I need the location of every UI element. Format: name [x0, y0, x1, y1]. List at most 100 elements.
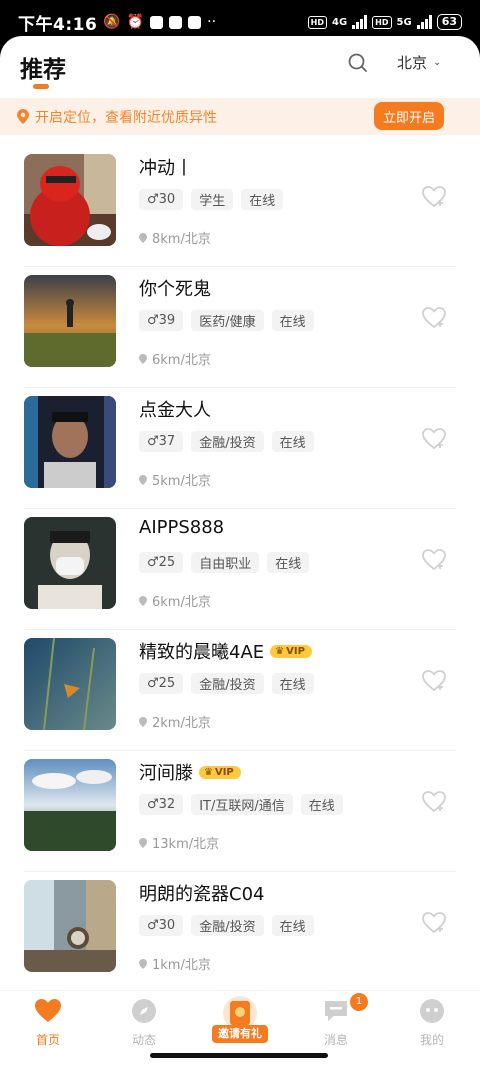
user-tags: ♂ 30 金融/投资 在线 [139, 915, 314, 936]
tab-messages[interactable]: 1 消息 [306, 993, 368, 1048]
status-right: HD 4G HD 5G 63 [307, 14, 462, 30]
user-avatar[interactable] [24, 880, 116, 972]
user-name: AIPPS888 [139, 517, 225, 538]
app-notification-icon [188, 15, 202, 29]
like-heart-icon[interactable] [421, 427, 447, 451]
male-icon: ♂ [147, 676, 159, 691]
user-location: 5km/北京 [139, 470, 211, 489]
tag: 在线 [271, 431, 314, 452]
user-tags: ♂ 30 学生 在线 [139, 189, 284, 210]
user-name: 点金大人 [139, 400, 211, 421]
age-tag: ♂ 30 [139, 189, 184, 210]
like-heart-icon[interactable] [421, 306, 447, 330]
user-location: 13km/北京 [139, 833, 219, 852]
user-location: 2km/北京 [139, 712, 211, 731]
mute-icon: 🔕 [103, 14, 121, 30]
signal-bars-icon [352, 15, 368, 29]
user-card[interactable]: 精致的晨曦4AE ♛ VIP ♂ 25 金融/投资 在线 2km/北京 [0, 630, 480, 751]
user-tags: ♂ 25 自由职业 在线 [139, 552, 310, 573]
user-card[interactable]: AIPPS888 ♂ 25 自由职业 在线 6km/北京 [0, 509, 480, 630]
profile-icon [418, 997, 446, 1025]
header: 推荐 北京 ⌄ [0, 36, 480, 98]
location-pin-icon [139, 474, 147, 485]
like-heart-icon[interactable] [421, 669, 447, 693]
user-avatar[interactable] [24, 396, 116, 488]
vip-badge: ♛ VIP [199, 765, 241, 779]
location-pin-icon [139, 958, 147, 969]
tag: 在线 [271, 673, 314, 694]
user-name: 冲动丨 [139, 158, 193, 179]
age-tag: ♂ 39 [139, 310, 184, 331]
search-icon[interactable] [347, 52, 369, 74]
tab-invite[interactable]: 邀请有礼 [210, 995, 270, 1047]
user-card[interactable]: 明朗的瓷器C04 ♂ 30 金融/投资 在线 1km/北京 [0, 872, 480, 993]
tab-mine[interactable]: 我的 [402, 997, 462, 1048]
crown-icon: ♛ [275, 645, 285, 657]
alarm-icon: ⏰ [126, 14, 145, 30]
user-avatar[interactable] [24, 517, 116, 609]
user-name: 明朗的瓷器C04 [139, 884, 265, 905]
tag: 自由职业 [191, 552, 260, 573]
banner-message: 开启定位，查看附近优质异性 [35, 109, 217, 126]
user-avatar[interactable] [24, 154, 116, 246]
hd-icon: HD [307, 15, 327, 29]
age-tag: ♂ 30 [139, 915, 184, 936]
male-icon: ♂ [147, 797, 159, 812]
age-tag: ♂ 25 [139, 552, 184, 573]
hd-icon: HD [372, 15, 392, 29]
tag: 在线 [271, 915, 314, 936]
tag: 金融/投资 [191, 915, 264, 936]
tab-moments[interactable]: 动态 [114, 997, 174, 1048]
battery-icon: 63 [436, 14, 462, 30]
location-pin-icon [139, 232, 147, 243]
app-notification-icon [150, 15, 164, 29]
user-avatar[interactable] [24, 759, 116, 851]
heart-icon [34, 997, 62, 1025]
like-heart-icon[interactable] [421, 548, 447, 572]
location-pin-icon [139, 716, 147, 727]
age-tag: ♂ 25 [139, 673, 184, 694]
home-indicator [150, 1053, 328, 1058]
enable-location-button[interactable]: 立即开启 [373, 102, 444, 130]
tag: 在线 [271, 310, 314, 331]
tag: IT/互联网/通信 [191, 794, 293, 815]
bottom-tab-bar: 首页 动态 邀请有礼 1 消息 我的 [0, 990, 480, 1066]
vip-badge: ♛ VIP [270, 644, 312, 658]
like-heart-icon[interactable] [421, 911, 447, 935]
user-card[interactable]: 你个死鬼 ♂ 39 医药/健康 在线 6km/北京 [0, 267, 480, 388]
user-avatar[interactable] [24, 638, 116, 730]
user-location: 6km/北京 [139, 349, 211, 368]
signal-bars-icon [416, 15, 432, 29]
location-pin-icon [139, 837, 147, 848]
tag: 在线 [241, 189, 284, 210]
user-card[interactable]: 河间滕 ♛ VIP ♂ 32 IT/互联网/通信 在线 13km/北京 [0, 751, 480, 872]
city-label: 北京 [397, 54, 428, 72]
user-location: 8km/北京 [139, 228, 211, 247]
user-tags: ♂ 39 医药/健康 在线 [139, 310, 314, 331]
like-heart-icon[interactable] [421, 185, 447, 209]
crown-icon: ♛ [204, 766, 213, 778]
title-underline [33, 84, 49, 89]
tag: 金融/投资 [191, 673, 264, 694]
tab-home[interactable]: 首页 [18, 997, 78, 1048]
compass-icon [130, 997, 158, 1025]
male-icon: ♂ [147, 918, 159, 933]
user-name: 你个死鬼 [139, 279, 211, 300]
gift-envelope-icon [223, 996, 257, 1030]
user-tags: ♂ 25 金融/投资 在线 [139, 673, 314, 694]
user-card[interactable]: 点金大人 ♂ 37 金融/投资 在线 5km/北京 [0, 388, 480, 509]
invite-label: 邀请有礼 [212, 1025, 268, 1043]
network-4g-label: 4G [332, 16, 348, 28]
tag: 医药/健康 [191, 310, 264, 331]
city-selector[interactable]: 北京 ⌄ [397, 52, 441, 73]
user-avatar[interactable] [24, 275, 116, 367]
more-dots-icon: ·· [207, 14, 217, 30]
like-heart-icon[interactable] [421, 790, 447, 814]
user-card[interactable]: 冲动丨 ♂ 30 学生 在线 8km/北京 [0, 146, 480, 267]
user-tags: ♂ 37 金融/投资 在线 [139, 431, 314, 452]
male-icon: ♂ [147, 192, 159, 207]
age-tag: ♂ 37 [139, 431, 184, 452]
message-badge: 1 [350, 993, 368, 1011]
user-name: 精致的晨曦4AE ♛ VIP [139, 638, 312, 664]
chevron-down-icon: ⌄ [433, 57, 442, 68]
